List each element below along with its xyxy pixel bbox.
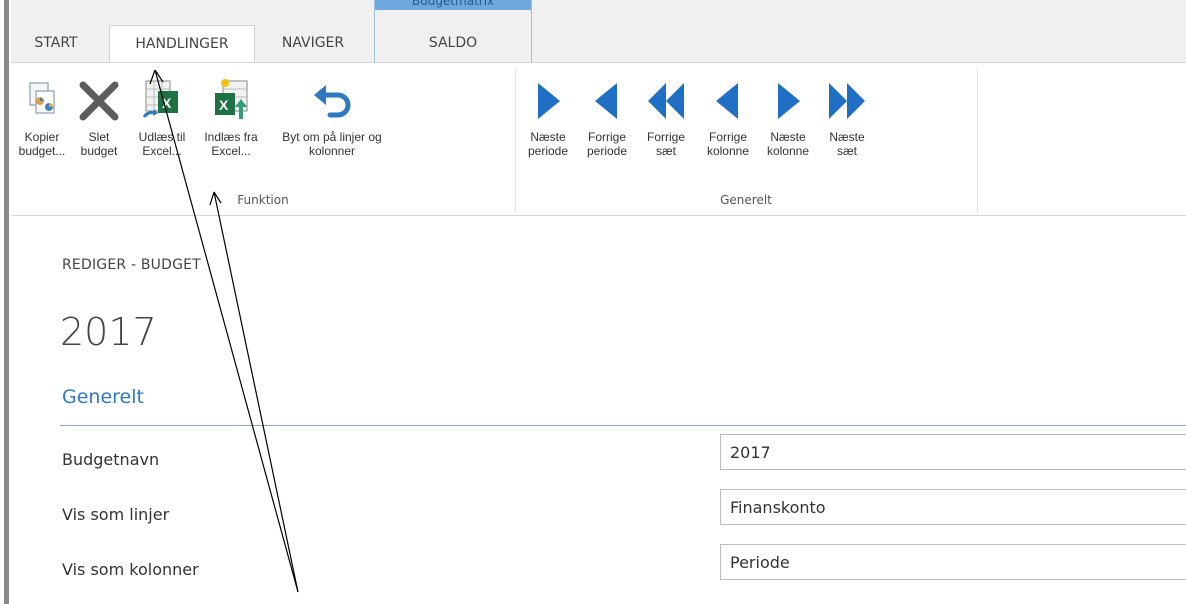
double-left-icon bbox=[644, 77, 688, 125]
group-label-funktion: Funktion bbox=[237, 193, 289, 207]
previous-column-button[interactable]: Forrige kolonne bbox=[697, 77, 759, 158]
context-group-label: Budgetmatrix bbox=[375, 0, 531, 10]
context-tab-group: Budgetmatrix SALDO bbox=[374, 0, 532, 62]
rows-label: Vis som linjer bbox=[62, 505, 170, 524]
svg-text:X: X bbox=[162, 95, 172, 111]
tab-start[interactable]: START bbox=[25, 25, 87, 62]
budget-name-field[interactable]: 2017 bbox=[720, 434, 1186, 470]
double-right-icon bbox=[825, 77, 869, 125]
import-excel-icon: X bbox=[209, 77, 253, 125]
previous-set-label: Forrige sæt bbox=[646, 130, 685, 158]
next-column-button[interactable]: Næste kolonne bbox=[759, 77, 817, 158]
export-excel-icon: X bbox=[140, 77, 184, 125]
copy-budget-icon bbox=[20, 77, 64, 125]
copy-budget-button[interactable]: Kopier budget... bbox=[15, 77, 69, 158]
group-label-generelt: Generelt bbox=[720, 193, 772, 207]
columns-label: Vis som kolonner bbox=[62, 560, 199, 579]
tab-handlinger[interactable]: HANDLINGER bbox=[109, 25, 255, 62]
delete-x-icon bbox=[77, 77, 121, 125]
section-divider bbox=[60, 425, 1186, 426]
ribbon-separator bbox=[515, 69, 516, 213]
app-window: START HANDLINGER NAVIGER Budgetmatrix SA… bbox=[0, 0, 1186, 604]
undo-arrow-icon bbox=[310, 77, 354, 125]
next-period-label: Næste periode bbox=[527, 130, 569, 158]
play-right-icon bbox=[526, 77, 570, 125]
previous-column-label: Forrige kolonne bbox=[706, 130, 750, 158]
play-left-icon bbox=[706, 77, 750, 125]
columns-field[interactable]: Periode bbox=[720, 544, 1186, 580]
tab-saldo[interactable]: SALDO bbox=[375, 25, 531, 62]
left-edge-panel bbox=[0, 0, 11, 604]
export-excel-label: Udlæs til Excel... bbox=[138, 130, 186, 158]
next-period-button[interactable]: Næste periode bbox=[519, 77, 577, 158]
next-set-label: Næste sæt bbox=[829, 130, 865, 158]
next-column-label: Næste kolonne bbox=[766, 130, 810, 158]
import-excel-label: Indlæs fra Excel... bbox=[204, 130, 258, 158]
previous-set-button[interactable]: Forrige sæt bbox=[637, 77, 695, 158]
page-title: 2017 bbox=[60, 310, 157, 354]
breadcrumb: REDIGER - BUDGET bbox=[62, 257, 201, 273]
previous-period-button[interactable]: Forrige periode bbox=[577, 77, 637, 158]
section-header-generelt[interactable]: Generelt bbox=[62, 386, 144, 408]
svg-text:X: X bbox=[219, 97, 229, 113]
left-edge-bar bbox=[4, 0, 9, 604]
next-set-button[interactable]: Næste sæt bbox=[817, 77, 877, 158]
swap-rows-columns-button[interactable]: Byt om på linjer og kolonner bbox=[267, 77, 397, 158]
delete-budget-label: Slet budget bbox=[80, 130, 118, 158]
play-right-icon bbox=[766, 77, 810, 125]
ribbon-panel: Kopier budget... Slet budget X Udlæs til… bbox=[11, 62, 1186, 216]
copy-budget-label: Kopier budget... bbox=[18, 130, 66, 158]
previous-period-label: Forrige periode bbox=[586, 130, 628, 158]
budget-name-label: Budgetnavn bbox=[62, 450, 160, 469]
rows-field[interactable]: Finanskonto bbox=[720, 489, 1186, 525]
export-excel-button[interactable]: X Udlæs til Excel... bbox=[128, 77, 196, 158]
ribbon-separator bbox=[977, 69, 978, 213]
swap-rows-columns-label: Byt om på linjer og kolonner bbox=[282, 130, 382, 158]
tab-naviger[interactable]: NAVIGER bbox=[263, 25, 363, 62]
play-left-icon bbox=[585, 77, 629, 125]
ribbon-tabstrip: START HANDLINGER NAVIGER Budgetmatrix SA… bbox=[11, 0, 1186, 62]
delete-budget-button[interactable]: Slet budget bbox=[69, 77, 129, 158]
import-excel-button[interactable]: X Indlæs fra Excel... bbox=[195, 77, 267, 158]
